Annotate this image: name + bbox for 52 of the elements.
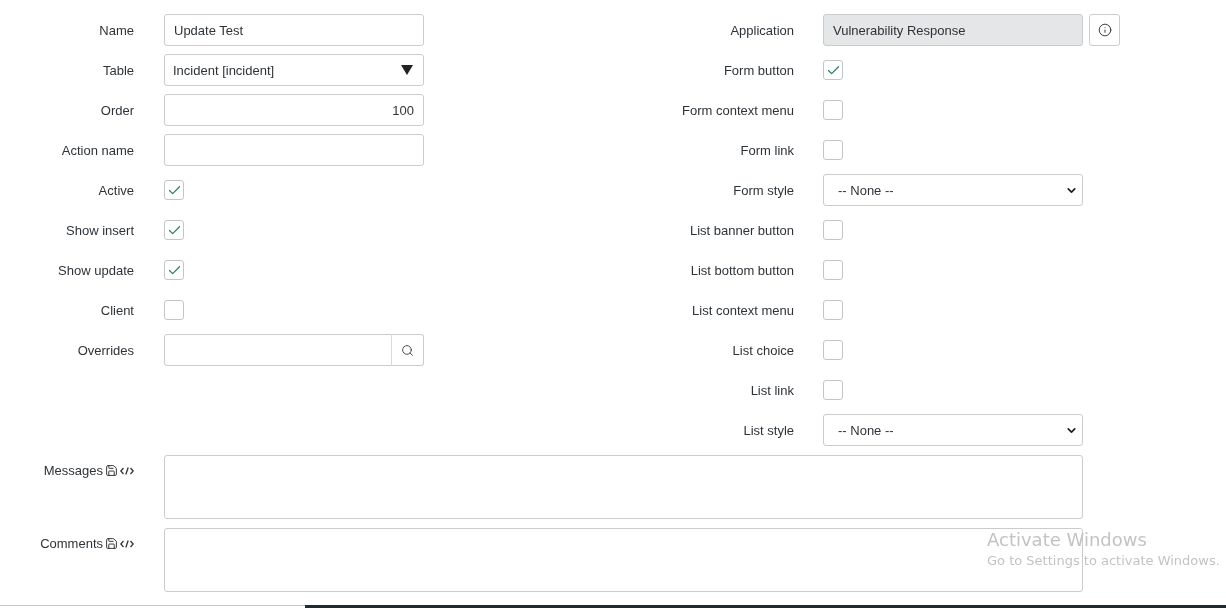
checkbox[interactable] [823,340,843,360]
input-field[interactable]: Vulnerability Response [823,14,1083,46]
checkbox[interactable] [823,300,843,320]
dropdown-field[interactable]: Incident [incident] [164,54,424,86]
code-icon [120,466,134,475]
field-label: List style [743,422,794,438]
field-label: Name [99,22,134,38]
info-button[interactable] [1089,14,1120,46]
activation-title: Activate Windows [987,529,1147,551]
field-label: Form link [740,142,794,158]
checkbox[interactable] [823,260,843,280]
checkbox[interactable] [164,220,184,240]
field-label: List context menu [692,302,794,318]
field-label: Form style [733,182,794,198]
field-label: Active [98,182,134,198]
field-label: Form context menu [682,102,794,118]
select-field[interactable]: -- None -- [823,174,1083,206]
field-label: Comments [40,536,103,551]
code-icon [120,539,134,548]
field-label: List choice [732,342,794,358]
checkbox[interactable] [164,180,184,200]
field-label: Messages [43,463,103,478]
field-label: Table [102,62,134,78]
search-icon [401,343,414,357]
text-area[interactable] [164,455,1083,519]
field-label: Application [730,22,794,38]
checkbox[interactable] [164,300,184,320]
field-label: Show insert [66,222,134,238]
field-label: Order [100,102,134,118]
field-label: Form button [723,62,794,78]
caret-icon [401,65,413,75]
checkbox[interactable] [823,140,843,160]
info-icon [1097,23,1112,37]
field-label: Client [100,302,134,318]
select-field[interactable]: -- None -- [823,414,1083,446]
input-field[interactable]: 100 [164,94,424,126]
activation-message: Go to Settings to activate Windows. [987,552,1220,570]
checkbox[interactable] [823,100,843,120]
input-field[interactable] [164,134,424,166]
field-label: Overrides [77,342,134,358]
field-label: List bottom button [690,262,794,278]
checkbox[interactable] [164,260,184,280]
checkbox[interactable] [823,380,843,400]
field-label: List banner button [689,222,794,238]
field-label: Action name [61,142,134,158]
field-label: Show update [58,262,134,278]
input-field[interactable]: Update Test [164,14,424,46]
field-label: List link [750,382,794,398]
checkbox[interactable] [823,220,843,240]
input-field[interactable] [164,334,392,366]
checkbox[interactable] [823,60,843,80]
search-button[interactable] [391,334,424,366]
